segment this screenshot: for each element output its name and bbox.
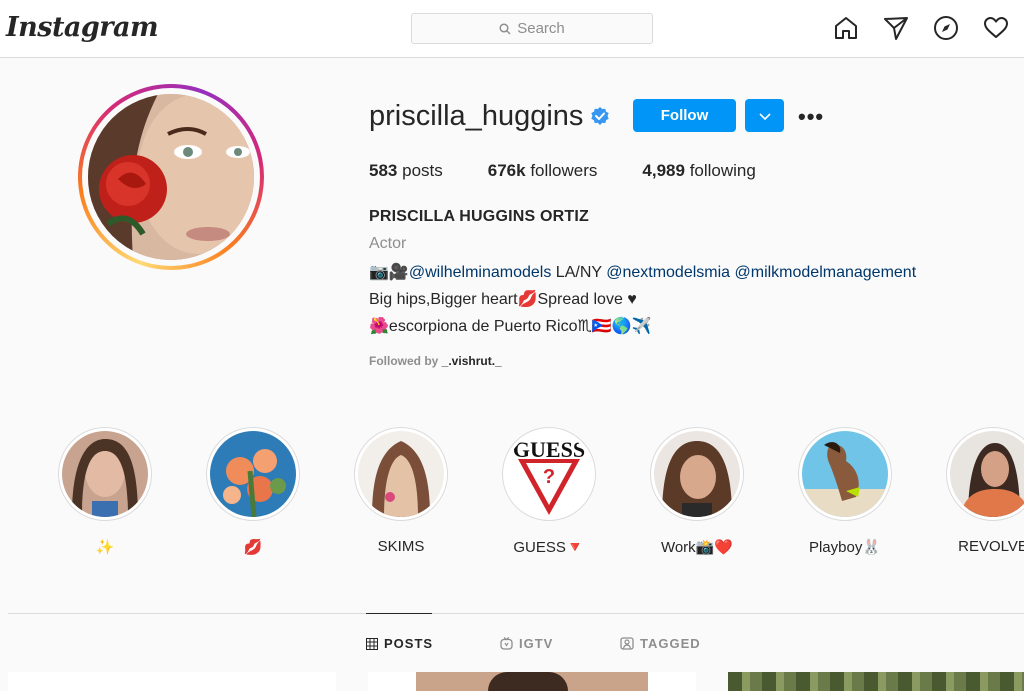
followed-by[interactable]: Followed by _.vishrut._ [369, 354, 502, 368]
highlight-label: ✨ [95, 539, 115, 556]
profile-username: priscilla_huggins [369, 100, 584, 132]
top-navigation-bar: Instagram Search [0, 0, 1024, 58]
tab-tagged-label: TAGGED [640, 636, 701, 651]
active-tab-indicator [366, 613, 432, 614]
highlight-kiss[interactable]: 💋 [198, 427, 308, 556]
mention-link-milkmodelmanagement[interactable]: @milkmodelmanagement [735, 264, 917, 281]
search-icon [499, 22, 511, 35]
bio-line-2: Big hips,Bigger heart💋Spread love ♥ [369, 291, 637, 308]
highlight-sparkles[interactable]: ✨ [50, 427, 160, 556]
highlight-playboy[interactable]: Playboy🐰 [790, 427, 900, 556]
highlight-cover-image [358, 431, 444, 517]
search-input[interactable]: Search [411, 13, 653, 44]
post-thumbnail[interactable] [368, 672, 696, 691]
explore-icon[interactable] [933, 15, 959, 41]
tab-tagged[interactable]: TAGGED [620, 636, 701, 651]
highlight-cover-image [654, 431, 740, 517]
followers-count[interactable]: 676k followers [488, 161, 598, 181]
mention-link-wilhelminamodels[interactable]: @wilhelminamodels [409, 264, 552, 281]
highlight-skims[interactable]: SKIMS [346, 427, 456, 555]
activity-heart-icon[interactable] [983, 15, 1009, 41]
bio-emoji: 📷🎥 [369, 264, 409, 281]
mention-link-nextmodelsmia[interactable]: @nextmodelsmia [606, 264, 730, 281]
bio-text: LA/NY [551, 264, 607, 281]
highlight-cover-image [62, 431, 148, 517]
tabs-divider [8, 613, 1024, 614]
highlight-label: GUESS🔻 [513, 539, 585, 556]
home-icon[interactable] [833, 15, 859, 41]
profile-category: Actor [369, 235, 407, 252]
verified-badge-icon [590, 106, 610, 131]
bio-line-1: 📷🎥@wilhelminamodels LA/NY @nextmodelsmia… [369, 262, 916, 282]
post-thumbnail[interactable] [728, 672, 1024, 691]
more-options-button[interactable]: ••• [798, 104, 824, 130]
highlight-cover-image [950, 431, 1024, 517]
highlight-label: SKIMS [377, 538, 425, 555]
direct-icon[interactable] [883, 15, 909, 41]
highlight-cover-image [210, 431, 296, 517]
profile-avatar-story-ring[interactable] [78, 84, 264, 270]
following-count[interactable]: 4,989 following [642, 161, 755, 181]
svg-text:?: ? [543, 466, 555, 488]
followed-by-label: Followed by [369, 354, 442, 368]
tab-posts[interactable]: POSTS [366, 636, 433, 651]
instagram-logo[interactable]: Instagram [6, 12, 159, 43]
posts-count: 583 posts [369, 161, 443, 180]
highlight-label: Playboy🐰 [808, 539, 882, 556]
highlight-label: 💋 [243, 539, 263, 556]
follow-button[interactable]: Follow [633, 99, 736, 132]
search-placeholder: Search [517, 20, 565, 37]
guess-logo-text: GUESS [512, 437, 586, 462]
highlight-cover-image [802, 431, 888, 517]
igtv-icon [500, 637, 513, 650]
suggested-accounts-dropdown-button[interactable] [745, 99, 784, 132]
tab-posts-label: POSTS [384, 636, 434, 651]
highlight-label: REVOLVE [958, 538, 1024, 555]
highlight-work[interactable]: Work📸❤️ [642, 427, 752, 556]
chevron-down-icon [758, 112, 771, 120]
highlight-cover-image: ? GUESS [506, 431, 592, 517]
profile-avatar [88, 94, 254, 260]
profile-full-name: PRISCILLA HUGGINS ORTIZ [369, 208, 590, 225]
followed-by-user-link[interactable]: _.vishrut._ [442, 354, 502, 368]
tagged-icon [620, 637, 634, 650]
highlight-revolve[interactable]: REVOLVE [938, 427, 1024, 555]
bio-line-3: 🌺escorpiona de Puerto Rico♏🇵🇷🌎✈️ [369, 318, 652, 335]
highlight-guess[interactable]: ? GUESS GUESS🔻 [494, 427, 604, 556]
tab-igtv-label: IGTV [519, 636, 554, 651]
post-thumbnail[interactable] [8, 672, 336, 691]
profile-stats: 583 posts 676k followers 4,989 following [369, 161, 801, 181]
tab-igtv[interactable]: IGTV [500, 636, 553, 651]
highlight-label: Work📸❤️ [660, 539, 734, 556]
grid-icon [366, 637, 378, 650]
